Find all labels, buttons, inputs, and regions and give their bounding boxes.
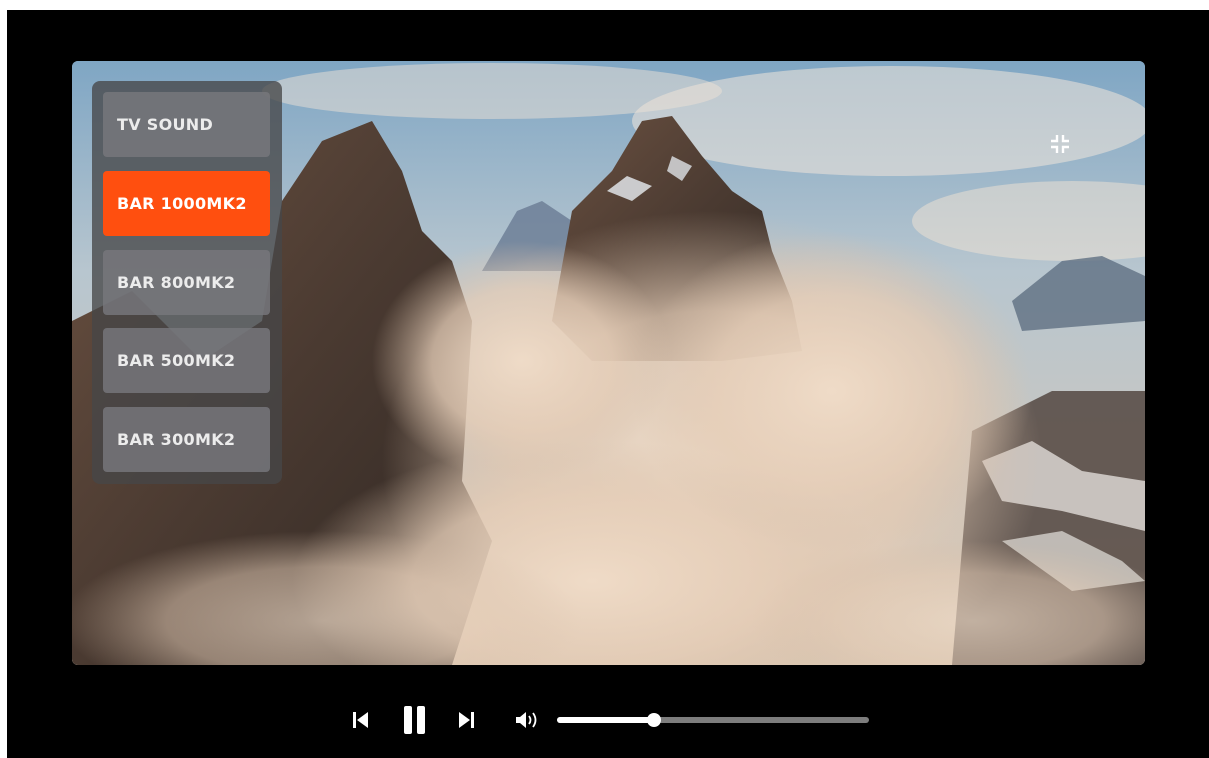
video-player-app: TV SOUND BAR 1000MK2 BAR 800MK2 BAR 500M… (7, 10, 1209, 758)
output-item-bar-1000mk2[interactable]: BAR 1000MK2 (103, 171, 270, 236)
sound-output-menu: TV SOUND BAR 1000MK2 BAR 800MK2 BAR 500M… (92, 81, 282, 484)
skip-next-icon (459, 712, 474, 728)
playback-controls (7, 700, 1209, 740)
output-item-tv-sound[interactable]: TV SOUND (103, 92, 270, 157)
volume-button[interactable] (514, 710, 542, 730)
video-frame[interactable]: TV SOUND BAR 1000MK2 BAR 800MK2 BAR 500M… (72, 61, 1145, 665)
pause-icon (404, 706, 425, 734)
exit-fullscreen-button[interactable] (1047, 131, 1073, 157)
output-item-bar-800mk2[interactable]: BAR 800MK2 (103, 250, 270, 315)
play-pause-button[interactable] (402, 705, 428, 735)
next-button[interactable] (457, 710, 475, 730)
volume-icon (516, 712, 537, 728)
volume-fill (557, 717, 654, 723)
volume-slider[interactable] (557, 713, 869, 727)
skip-previous-icon (353, 712, 368, 728)
previous-button[interactable] (352, 710, 370, 730)
output-item-bar-300mk2[interactable]: BAR 300MK2 (103, 407, 270, 472)
output-item-bar-500mk2[interactable]: BAR 500MK2 (103, 328, 270, 393)
volume-thumb[interactable] (646, 713, 661, 727)
exit-fullscreen-icon (1051, 135, 1069, 153)
